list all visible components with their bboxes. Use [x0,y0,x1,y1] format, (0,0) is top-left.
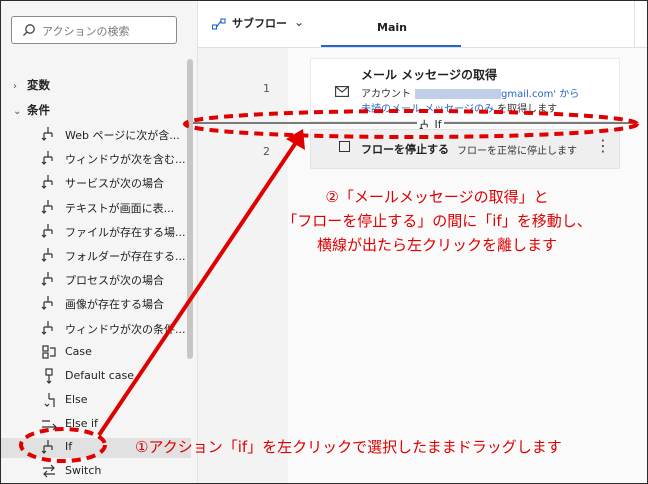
line-number-gutter [198,48,288,483]
step-description: 未読のメール メッセージのみ を取得します [361,104,558,115]
action-item[interactable]: ファイルが存在する場... [41,222,191,242]
tab-main[interactable]: Main [321,1,461,47]
case-icon [42,345,56,359]
annotation-step1: ①アクション「if」を左クリックで選択したままドラッグします [135,438,562,456]
search-placeholder: アクションの検索 [42,25,130,38]
annotation-step2: ②「メールメッセージの取得」と 「フローを停止する」の間に「if」を移動し、 横… [282,188,592,254]
step-title: メール メッセージの取得 [361,68,497,82]
action-item-else[interactable]: Else [41,391,191,411]
if-icon [41,440,53,454]
step-description: フローを正常に停止します [457,146,577,157]
group-conditionals[interactable]: ⌄ 条件 [13,102,50,118]
drop-indicator-line [193,122,633,124]
action-item-switch[interactable]: Switch [41,462,191,482]
branch-icon [41,321,53,335]
switch-icon [43,464,55,478]
actions-scrollbar[interactable] [187,59,193,359]
action-item-else-if[interactable]: Else if [41,415,191,435]
action-item[interactable]: 画像が存在する場合 [41,294,191,314]
actions-panel: アクションの検索 › 変数 ⌄ 条件 Web ページに次が含... ウィンドウが次を… [1,1,198,483]
else-icon [44,393,55,407]
more-options-icon[interactable]: ⋮ [595,136,611,155]
search-input[interactable]: アクションの検索 [11,16,177,44]
subflow-icon [211,18,226,30]
action-item[interactable]: ウィンドウが次を含む... [41,149,191,169]
step-get-email[interactable]: メール メッセージの取得 アカウント gmail.com' から 未読のメール メ… [310,58,620,122]
action-item[interactable]: Web ページに次が含... [41,125,191,145]
branch-icon [41,127,53,141]
action-item[interactable]: サービスが次の場合 [41,173,191,193]
action-item[interactable]: テキストが画面に表... [41,198,191,218]
group-variables[interactable]: › 変数 [13,77,50,93]
designer-topbar: サブフロー ⌄ Main [198,1,647,48]
line-number: 1 [263,82,270,95]
step-account: アカウント gmail.com' から [361,89,580,100]
search-icon [23,24,35,36]
mail-icon [335,86,349,97]
stop-icon [339,141,350,152]
redacted-email [415,89,501,99]
chevron-down-icon: ⌄ [13,106,22,117]
branch-icon [41,175,53,189]
else-if-icon [42,420,57,431]
default-case-icon [45,368,53,384]
app-window: アクションの検索 › 変数 ⌄ 条件 Web ページに次が含... ウィンドウが次を… [0,0,648,484]
branch-icon [41,224,53,238]
branch-icon [41,151,53,165]
action-item[interactable]: プロセスが次の場合 [41,270,191,290]
divider [634,1,635,47]
action-item-case[interactable]: Case [41,343,191,363]
chevron-down-icon[interactable]: ⌄ [294,15,304,29]
step-title: フローを停止する [361,143,449,156]
branch-icon [41,296,53,310]
branch-icon [41,200,53,214]
subflows-button[interactable]: サブフロー [211,15,287,31]
branch-icon [41,248,53,262]
chevron-right-icon: › [13,81,17,92]
line-number: 2 [263,145,270,158]
branch-icon [41,272,53,286]
action-item-default-case[interactable]: Default case [41,367,191,387]
action-item[interactable]: ウィンドウが次の条件... [41,319,191,339]
action-item[interactable]: フォルダーが存在する... [41,246,191,266]
step-stop-flow[interactable]: フローを停止する フローを正常に停止します ⋮ [310,129,620,169]
